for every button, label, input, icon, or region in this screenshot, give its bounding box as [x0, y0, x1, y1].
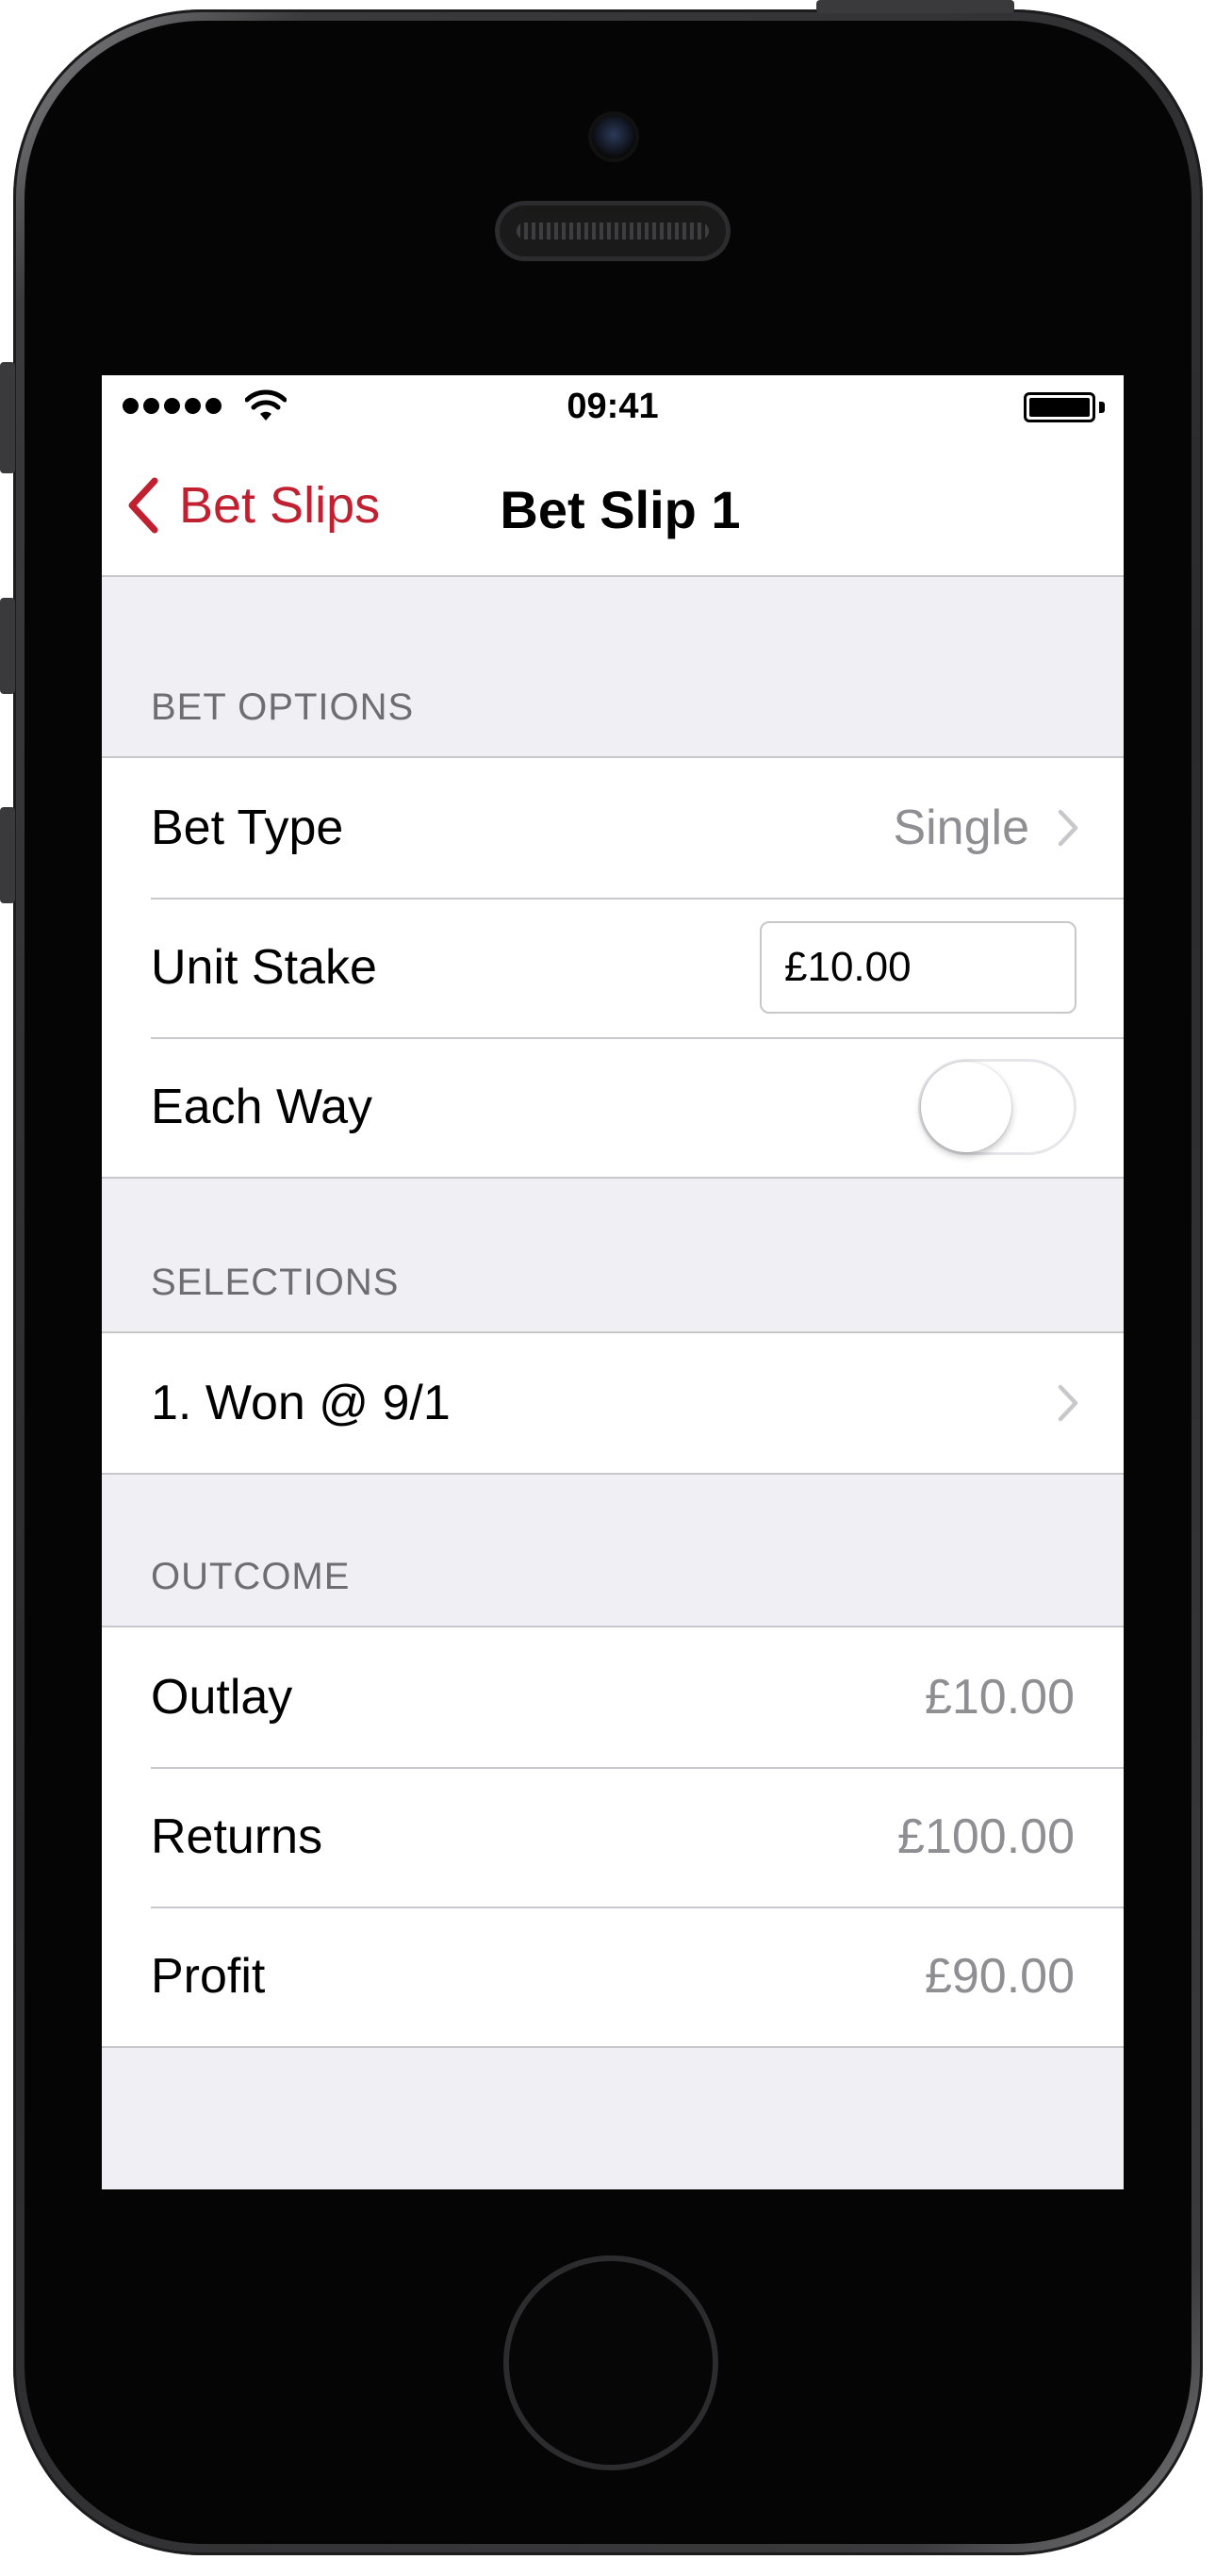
- profit-row: Profit £90.00: [102, 1907, 1124, 2046]
- section-header-bet-options: BET OPTIONS: [151, 686, 415, 728]
- outlay-row: Outlay £10.00: [102, 1627, 1124, 1767]
- navigation-bar: Bet Slips Bet Slip 1: [102, 441, 1124, 577]
- section-header-outcome: OUTCOME: [151, 1556, 351, 1597]
- battery-icon: [1024, 392, 1105, 422]
- returns-row: Returns £100.00: [102, 1767, 1124, 1907]
- section-header-selections: SELECTIONS: [151, 1262, 400, 1303]
- earpiece-speaker: [500, 206, 726, 256]
- selection-label: 1. Won @ 9/1: [151, 1376, 451, 1430]
- profit-label: Profit: [151, 1949, 266, 2004]
- each-way-label: Each Way: [151, 1080, 373, 1134]
- power-button: [816, 0, 1014, 13]
- mute-switch: [0, 362, 15, 473]
- bet-type-label: Bet Type: [151, 801, 344, 855]
- bet-type-row[interactable]: Bet Type Single: [102, 758, 1124, 898]
- unit-stake-input[interactable]: [760, 921, 1076, 1014]
- profit-value: £90.00: [924, 1949, 1075, 2004]
- bet-type-value: Single: [893, 801, 1029, 855]
- bet-options-group: Bet Type Single Unit Stake Each Way: [102, 756, 1124, 1179]
- volume-up-button: [0, 598, 15, 694]
- toggle-knob: [921, 1062, 1011, 1152]
- returns-value: £100.00: [897, 1809, 1075, 1864]
- each-way-toggle[interactable]: [918, 1059, 1076, 1155]
- chevron-right-icon: [1058, 809, 1078, 847]
- front-camera: [592, 115, 635, 158]
- volume-down-button: [0, 807, 15, 903]
- unit-stake-row: Unit Stake: [102, 898, 1124, 1037]
- app-screen: 09:41 Bet Slips Bet Slip 1 BET OPTIONS B…: [102, 375, 1124, 2189]
- home-button[interactable]: [503, 2255, 718, 2470]
- selections-group: 1. Won @ 9/1: [102, 1331, 1124, 1475]
- selection-row[interactable]: 1. Won @ 9/1: [102, 1333, 1124, 1473]
- page-title: Bet Slip 1: [500, 480, 741, 539]
- returns-label: Returns: [151, 1809, 323, 1864]
- status-time: 09:41: [567, 387, 659, 426]
- outlay-label: Outlay: [151, 1670, 293, 1725]
- unit-stake-label: Unit Stake: [151, 940, 377, 995]
- status-bar: 09:41: [102, 375, 1124, 441]
- chevron-right-icon: [1058, 1384, 1078, 1422]
- outlay-value: £10.00: [924, 1670, 1075, 1725]
- each-way-row: Each Way: [102, 1037, 1124, 1177]
- outcome-group: Outlay £10.00 Returns £100.00 Profit £90…: [102, 1626, 1124, 2048]
